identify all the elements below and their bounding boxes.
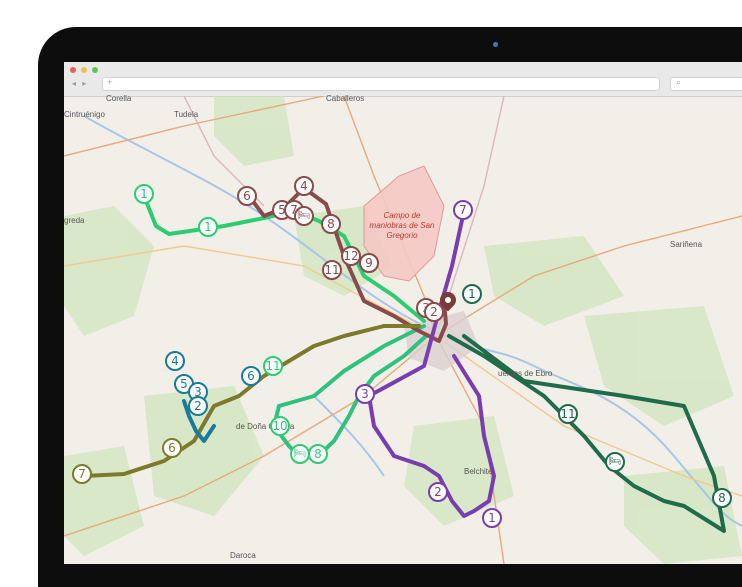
waypoint-marker[interactable]: 2 [188,396,208,416]
route-map[interactable]: Corella Cintruénigo Tudela Caballeros gr… [64,94,742,564]
close-window-button[interactable] [70,67,76,73]
waypoint-marker[interactable]: 11 [558,404,578,424]
waypoint-marker[interactable]: 1 [134,184,154,204]
hotel-icon[interactable]: 🛏 [290,444,310,464]
waypoint-marker[interactable]: 10 [270,416,290,436]
waypoint-marker[interactable]: 4 [165,351,185,371]
search-icon: ⌕ [676,77,682,87]
place-label: Tudela [174,110,199,119]
waypoint-marker[interactable]: 9 [359,253,379,273]
hotel-icon[interactable]: 🛏 [294,206,314,226]
waypoint-marker[interactable]: 6 [241,366,261,386]
waypoint-marker[interactable]: 7 [453,200,473,220]
place-label: Daroca [230,551,256,560]
maximize-window-button[interactable] [92,67,98,73]
place-label: Cintruénigo [64,110,105,119]
place-label: uentes de Ebro [498,369,553,378]
waypoint-marker[interactable]: 1 [462,284,482,304]
route-mint [272,324,428,460]
vegetation-areas [64,96,742,564]
address-bar-plus-icon: + [107,77,113,87]
browser-toolbar: ◂ ▸ + ⌕ [64,62,742,97]
waypoint-marker[interactable]: 8 [712,488,732,508]
waypoint-marker[interactable]: 8 [321,214,341,234]
waypoint-marker[interactable]: 3 [355,384,375,404]
hotel-icon[interactable]: 🛏 [605,452,625,472]
place-label: Caballeros [326,94,365,103]
waypoint-marker[interactable]: 2 [424,302,444,322]
waypoint-marker[interactable]: 11 [263,356,283,376]
waypoint-marker[interactable]: 7 [72,464,92,484]
waypoint-marker[interactable]: 6 [162,438,182,458]
map-base-layer [64,96,742,564]
back-forward-buttons[interactable]: ◂ ▸ [72,79,88,88]
waypoint-marker[interactable]: 2 [428,482,448,502]
webcam-dot [493,42,498,47]
place-label: greda [64,216,85,225]
restricted-area-label: Campo de maniobras de San Gregorio [369,211,435,240]
waypoint-marker[interactable]: 6 [237,186,257,206]
place-label: Sariñena [670,240,703,249]
address-bar[interactable]: + [102,77,660,91]
waypoint-marker[interactable]: 12 [341,246,361,266]
place-label: Belchite [464,467,493,476]
waypoint-marker[interactable]: 4 [294,176,314,196]
waypoint-marker[interactable]: 1 [482,508,502,528]
place-label: Corella [106,94,132,103]
waypoint-marker[interactable]: 1 [198,217,218,237]
waypoint-marker[interactable]: 8 [308,444,328,464]
waypoint-marker[interactable]: 11 [322,260,342,280]
minimize-window-button[interactable] [81,67,87,73]
browser-search-field[interactable]: ⌕ [670,77,742,91]
browser-window: ◂ ▸ + ⌕ Corella Cintruénigo Tudela Cabal… [64,62,742,564]
